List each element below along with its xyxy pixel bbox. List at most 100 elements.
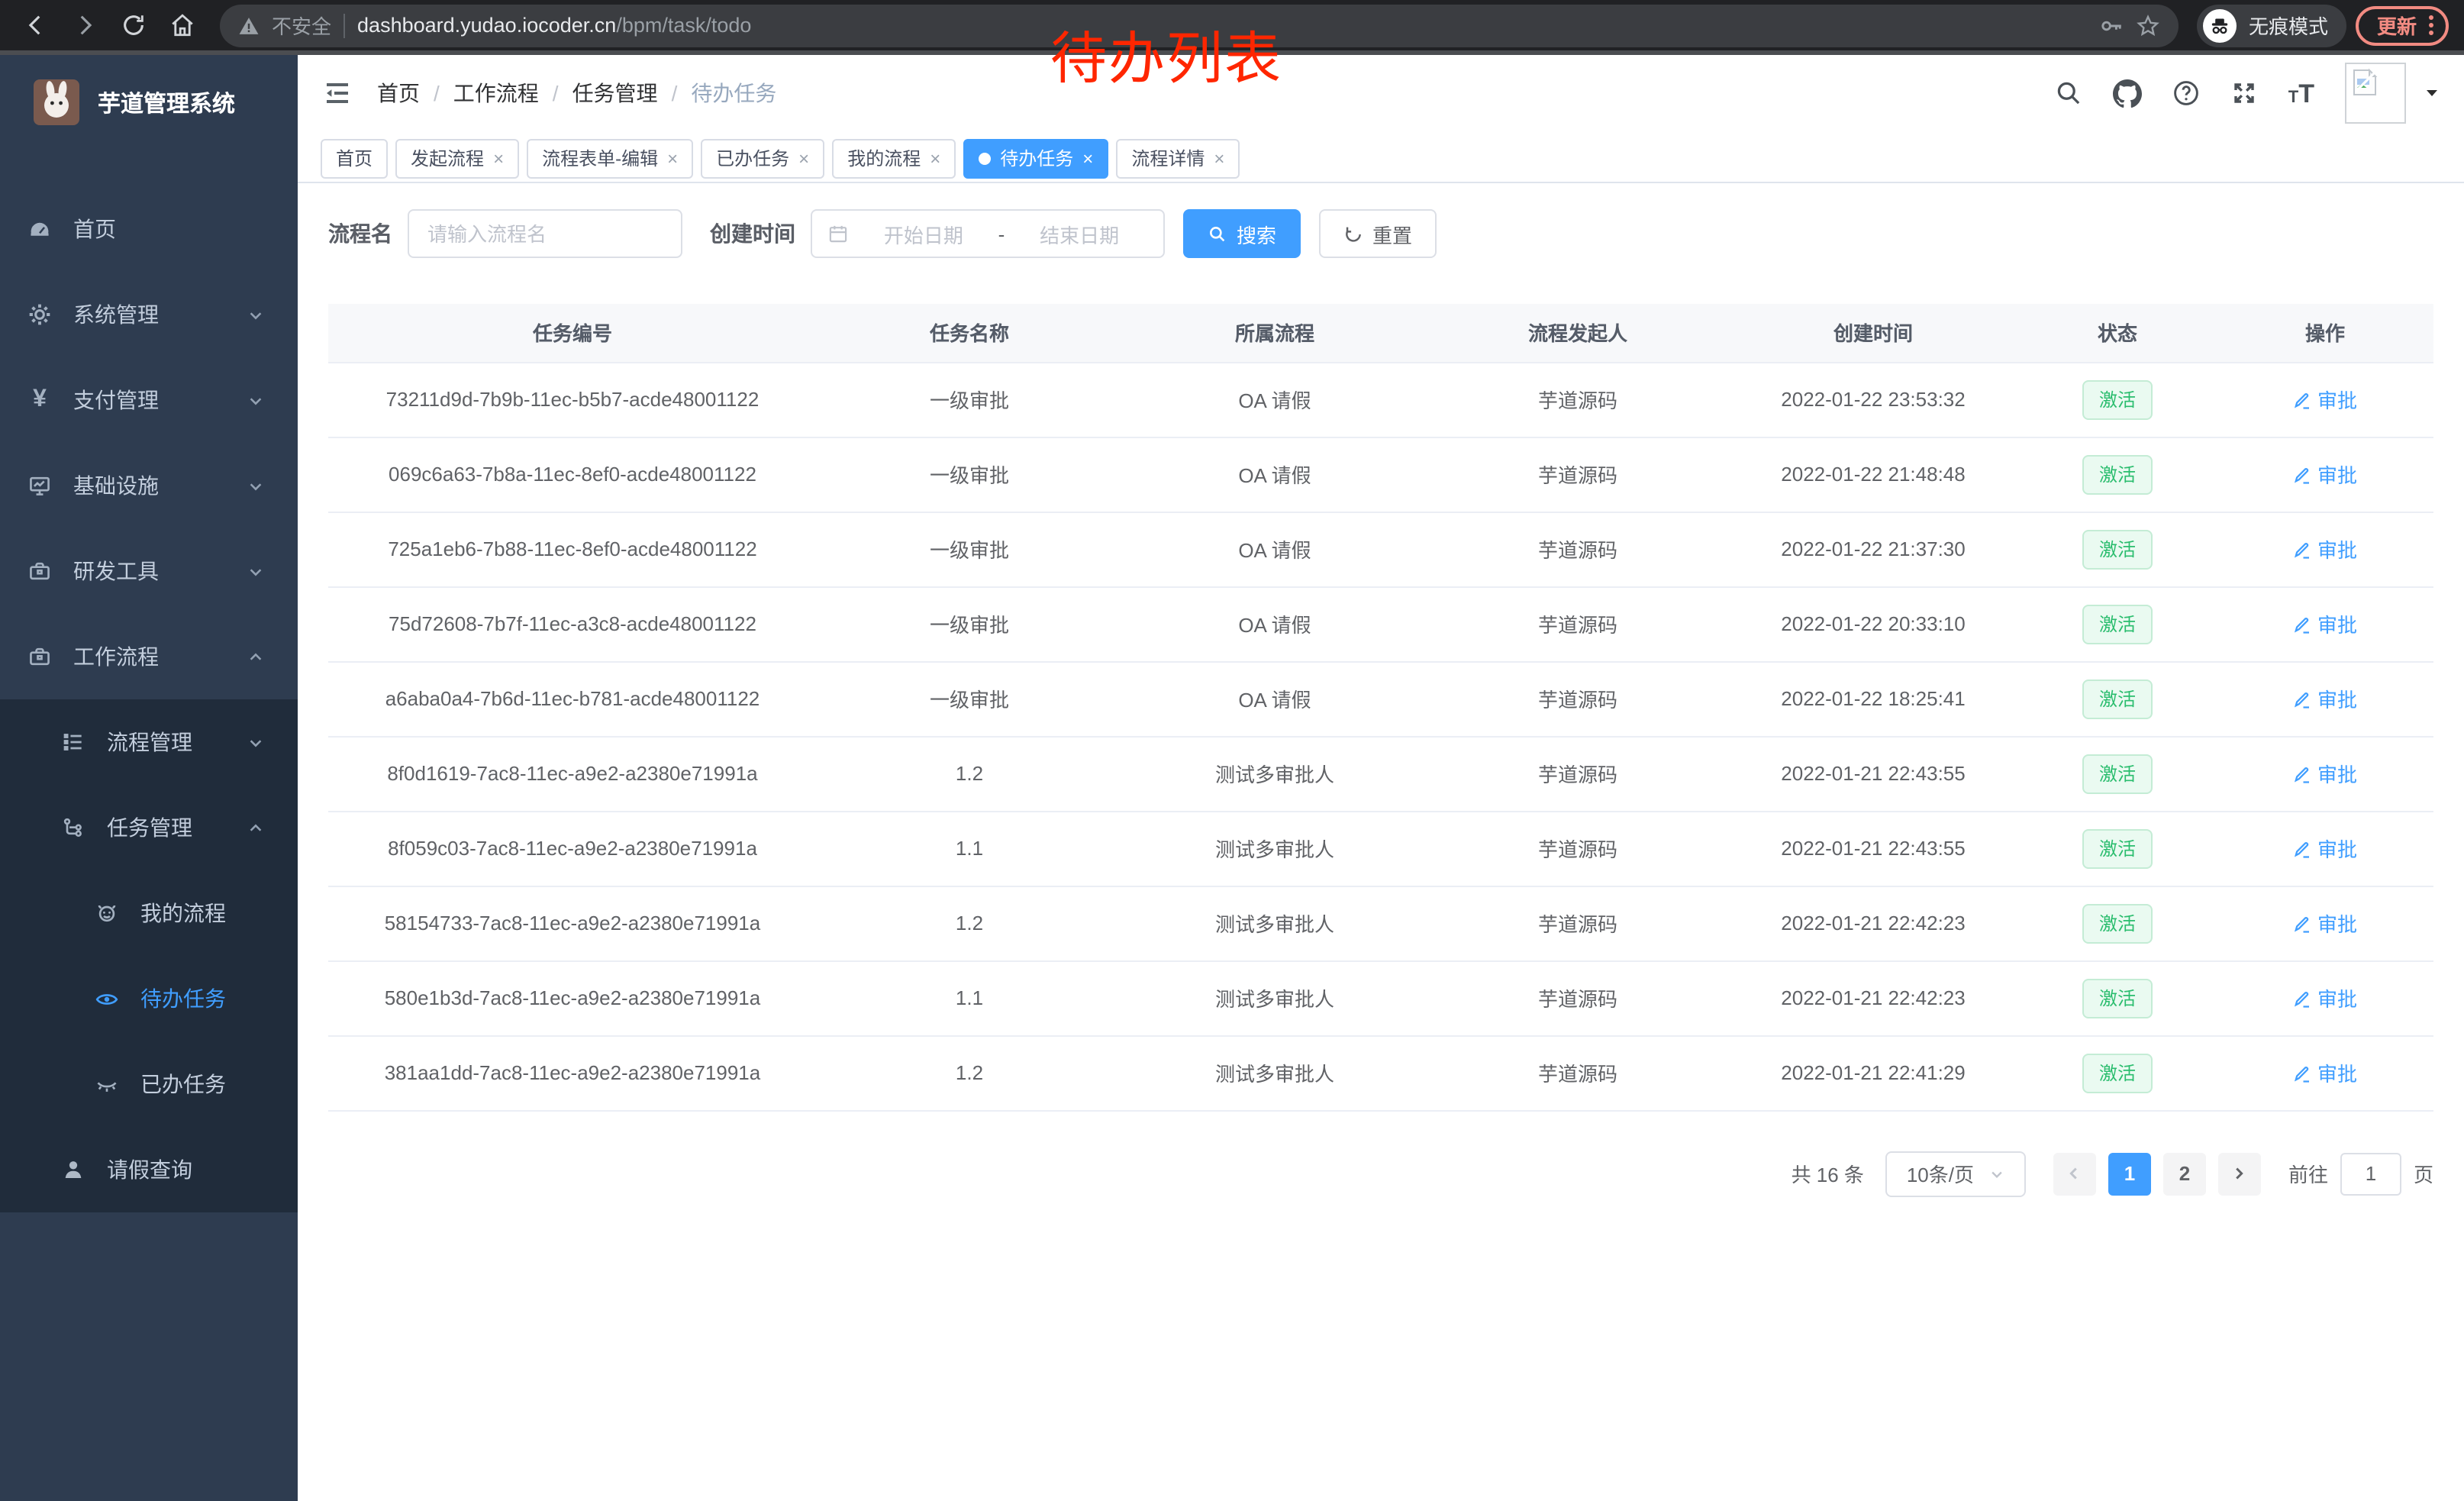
tab-todo-tasks[interactable]: 待办任务× (963, 138, 1108, 178)
next-page-button[interactable] (2218, 1152, 2261, 1195)
table-row: 580e1b3d-7ac8-11ec-a9e2-a2380e71991a1.1测… (328, 960, 2433, 1035)
reset-button[interactable]: 重置 (1319, 209, 1437, 258)
create-time-label: 创建时间 (710, 218, 795, 249)
tab-process-detail[interactable]: 流程详情× (1116, 138, 1240, 178)
sidebar-item-dev-tools[interactable]: 研发工具 (0, 528, 298, 614)
sidebar-item-leave-query[interactable]: 请假查询 (0, 1127, 298, 1212)
chevron-down-icon (247, 477, 264, 494)
tab-process-form-edit[interactable]: 流程表单-编辑× (527, 138, 693, 178)
close-icon[interactable]: × (493, 149, 504, 167)
app-logo-row: 芋道管理系统 (0, 55, 298, 150)
page-2-button[interactable]: 2 (2163, 1152, 2206, 1195)
fullscreen-icon[interactable] (2230, 79, 2258, 107)
status-badge: 激活 (2082, 828, 2153, 868)
tab-my-process[interactable]: 我的流程× (832, 138, 956, 178)
sidebar-item-todo-tasks[interactable]: 待办任务 (0, 956, 298, 1041)
reload-icon[interactable] (113, 5, 153, 45)
tasks-table: 任务编号 任务名称 所属流程 流程发起人 创建时间 状态 操作 73211d9d… (328, 304, 2433, 1111)
font-size-icon[interactable]: TT (2288, 80, 2314, 106)
table-row: 75d72608-7b7f-11ec-a3c8-acde48001122一级审批… (328, 586, 2433, 661)
gear-icon (27, 302, 52, 327)
sidebar-item-infrastructure[interactable]: 基础设施 (0, 443, 298, 528)
incognito-icon (2203, 8, 2237, 42)
close-icon[interactable]: × (667, 149, 678, 167)
process-name-label: 流程名 (328, 218, 392, 249)
chevron-down-icon (247, 734, 264, 750)
table-row: 58154733-7ac8-11ec-a9e2-a2380e71991a1.2测… (328, 886, 2433, 960)
page-1-button[interactable]: 1 (2108, 1152, 2151, 1195)
col-created: 创建时间 (1728, 304, 2018, 362)
chevron-down-icon (247, 563, 264, 579)
end-date-placeholder[interactable]: 结束日期 (1011, 219, 1148, 248)
approve-link[interactable]: 审批 (2293, 385, 2357, 414)
avatar-dropdown-caret[interactable] (2424, 86, 2440, 101)
face-icon (95, 901, 119, 925)
status-badge: 激活 (2082, 903, 2153, 943)
approve-link[interactable]: 审批 (2293, 684, 2357, 713)
table-row: 8f0d1619-7ac8-11ec-a9e2-a2380e71991a1.2测… (328, 736, 2433, 811)
browser-menu-icon[interactable] (2429, 15, 2433, 35)
approve-link[interactable]: 审批 (2293, 534, 2357, 563)
start-date-placeholder[interactable]: 开始日期 (855, 219, 992, 248)
close-icon[interactable]: × (930, 149, 940, 167)
content-area: 流程名 创建时间 开始日期 - 结束日期 搜索 (298, 183, 2464, 1501)
status-badge: 激活 (2082, 754, 2153, 793)
close-icon[interactable]: × (1082, 149, 1093, 167)
status-badge: 激活 (2082, 379, 2153, 419)
sidebar-item-home[interactable]: 首页 (0, 186, 298, 272)
url-bar[interactable]: 不安全 dashboard.yudao.iocoder.cn/bpm/task/… (220, 4, 2179, 47)
process-name-input[interactable] (408, 209, 682, 258)
status-badge: 激活 (2082, 604, 2153, 644)
back-icon[interactable] (15, 5, 55, 45)
status-badge: 激活 (2082, 679, 2153, 718)
breadcrumb-workflow[interactable]: 工作流程 (453, 78, 539, 108)
sidebar-item-my-process[interactable]: 我的流程 (0, 870, 298, 956)
breadcrumb-home[interactable]: 首页 (377, 78, 420, 108)
prev-page-button[interactable] (2053, 1152, 2096, 1195)
search-button[interactable]: 搜索 (1183, 209, 1301, 258)
pagination: 共 16 条 10条/页 1 2 前往 页 (328, 1151, 2433, 1196)
tab-home[interactable]: 首页 (321, 138, 388, 178)
approve-link[interactable]: 审批 (2293, 983, 2357, 1012)
col-starter: 流程发起人 (1427, 304, 1728, 362)
goto-page-input[interactable] (2340, 1152, 2401, 1195)
help-icon[interactable] (2172, 79, 2200, 107)
page-size-select[interactable]: 10条/页 (1885, 1151, 2026, 1196)
github-icon[interactable] (2113, 79, 2142, 108)
approve-link[interactable]: 审批 (2293, 609, 2357, 638)
approve-link[interactable]: 审批 (2293, 759, 2357, 788)
home-icon[interactable] (162, 5, 202, 45)
bookmark-star-icon[interactable] (2136, 13, 2160, 37)
breadcrumb-task-management[interactable]: 任务管理 (572, 78, 658, 108)
approve-link[interactable]: 审批 (2293, 909, 2357, 938)
col-actions: 操作 (2217, 304, 2433, 362)
table-row: 73211d9d-7b9b-11ec-b5b7-acde48001122一级审批… (328, 362, 2433, 437)
key-icon[interactable] (2099, 13, 2124, 37)
search-icon[interactable] (2055, 79, 2082, 107)
forward-icon[interactable] (64, 5, 104, 45)
date-range-picker[interactable]: 开始日期 - 结束日期 (811, 209, 1165, 258)
sidebar-item-process-management[interactable]: 流程管理 (0, 699, 298, 785)
update-button[interactable]: 更新 (2356, 5, 2449, 45)
page-unit-label: 页 (2414, 1159, 2433, 1188)
approve-link[interactable]: 审批 (2293, 460, 2357, 489)
avatar[interactable] (2345, 63, 2406, 124)
status-badge: 激活 (2082, 454, 2153, 494)
close-icon[interactable]: × (798, 149, 809, 167)
sidebar-item-workflow[interactable]: 工作流程 (0, 614, 298, 699)
chevron-down-icon (247, 306, 264, 323)
chevron-down-icon (247, 392, 264, 408)
sidebar-item-task-management[interactable]: 任务管理 (0, 785, 298, 870)
sidebar-item-done-tasks[interactable]: 已办任务 (0, 1041, 298, 1127)
sidebar-item-system[interactable]: 系统管理 (0, 272, 298, 357)
close-icon[interactable]: × (1214, 149, 1224, 167)
tab-start-process[interactable]: 发起流程× (395, 138, 519, 178)
sidebar-item-payment[interactable]: ¥ 支付管理 (0, 357, 298, 443)
breadcrumb: 首页 / 工作流程 / 任务管理 / 待办任务 (377, 78, 776, 108)
approve-link[interactable]: 审批 (2293, 1058, 2357, 1087)
total-count: 共 16 条 (1792, 1159, 1864, 1188)
approve-link[interactable]: 审批 (2293, 834, 2357, 863)
tab-done-tasks[interactable]: 已办任务× (701, 138, 824, 178)
monitor-icon (27, 473, 52, 498)
sidebar-collapse-icon[interactable] (322, 78, 353, 108)
